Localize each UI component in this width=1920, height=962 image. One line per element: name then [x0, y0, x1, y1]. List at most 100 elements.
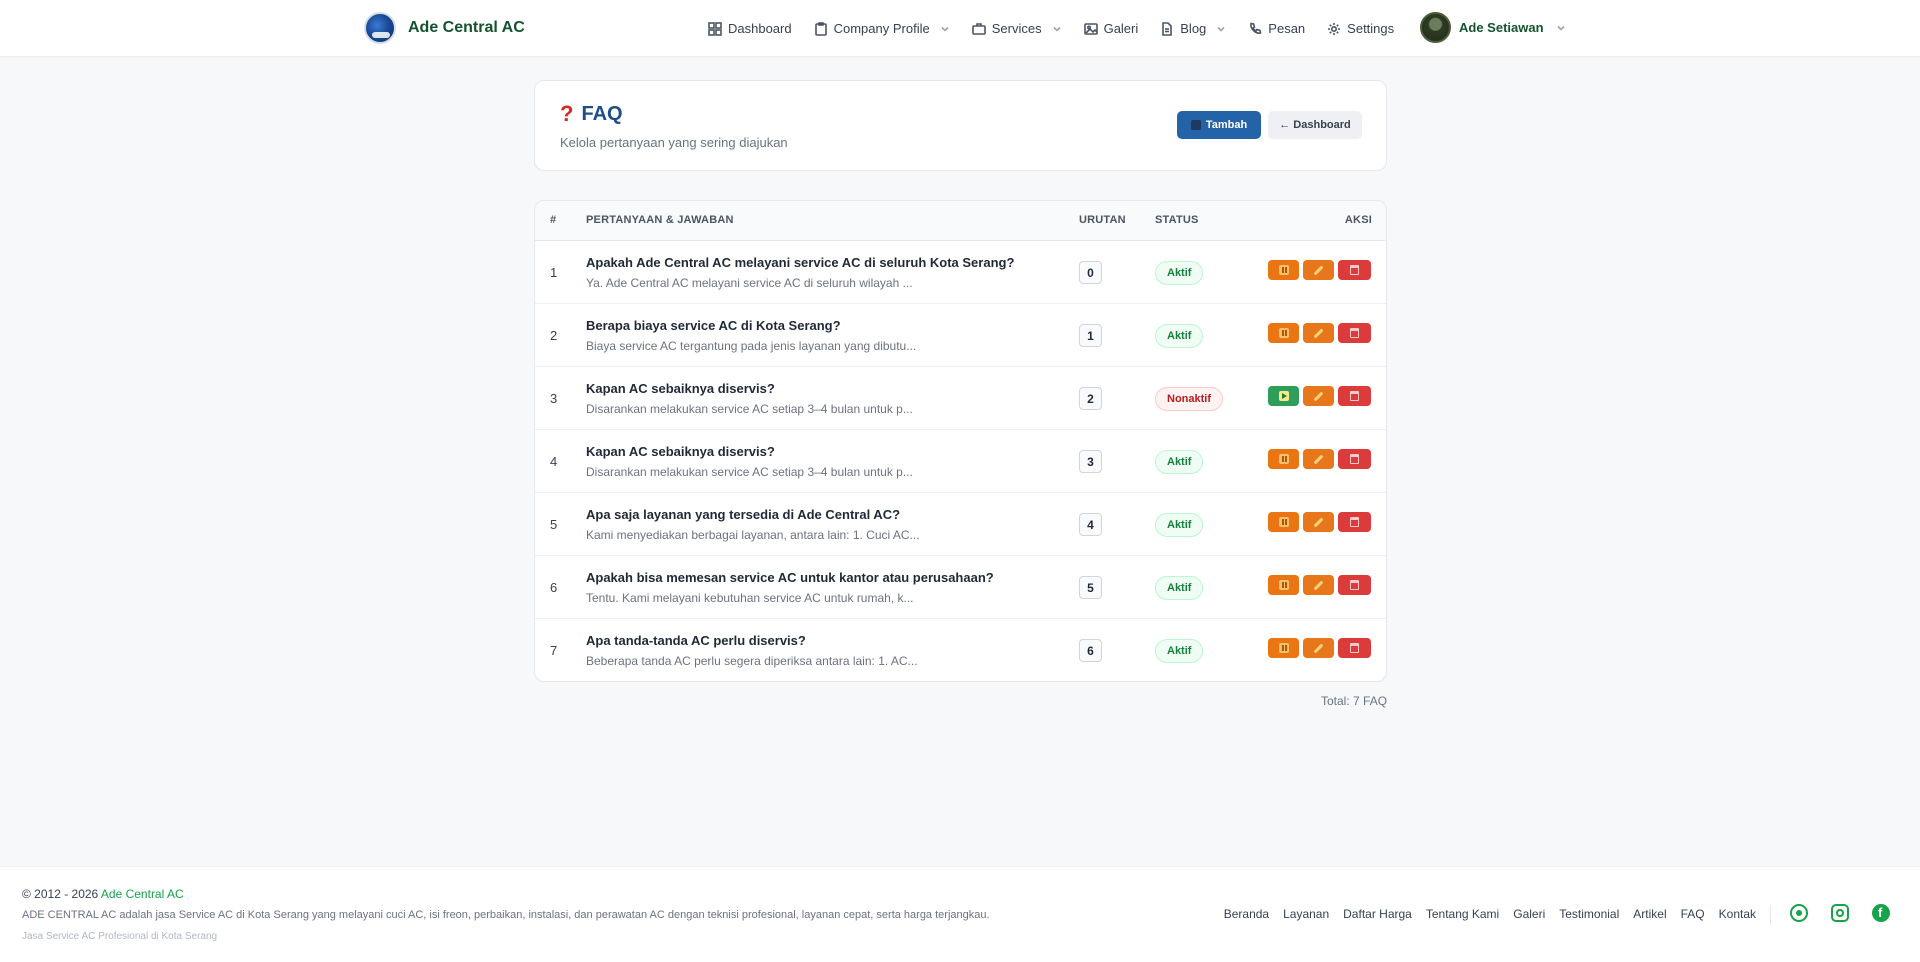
briefcase-icon: [971, 22, 986, 35]
nav-item-settings[interactable]: Settings: [1327, 21, 1394, 36]
nav-item-label: Galeri: [1103, 21, 1139, 36]
edit-button[interactable]: [1303, 386, 1334, 406]
file-icon: [1162, 21, 1173, 36]
copyright-prefix: © 2012 - 2026: [22, 887, 101, 901]
deactivate-button[interactable]: [1268, 449, 1299, 469]
nav-item-galeri[interactable]: Galeri: [1083, 21, 1139, 36]
activate-button[interactable]: [1268, 386, 1299, 406]
column-header-status: STATUS: [1155, 214, 1199, 226]
footer-link-tentang-kami[interactable]: Tentang Kami: [1426, 907, 1499, 921]
social-links: [1790, 904, 1890, 922]
order-badge: 3: [1079, 450, 1102, 473]
copyright-brand-link[interactable]: Ade Central AC: [101, 887, 184, 901]
faq-table: # PERTANYAAN & JAWABAN URUTAN STATUS AKS…: [534, 200, 1387, 682]
footer-link-kontak[interactable]: Kontak: [1719, 907, 1756, 921]
footer-link-faq[interactable]: FAQ: [1681, 907, 1705, 921]
edit-button[interactable]: [1303, 638, 1334, 658]
add-faq-label: Tambah: [1205, 119, 1248, 131]
pause-icon: [1278, 328, 1289, 338]
deactivate-button[interactable]: [1268, 260, 1299, 280]
grid-icon: [708, 21, 722, 36]
delete-button[interactable]: [1338, 575, 1371, 595]
delete-button[interactable]: [1338, 449, 1371, 469]
footer-tagline: Jasa Service AC Profesional di Kota Sera…: [22, 931, 218, 942]
row-number: 1: [550, 265, 558, 280]
status-badge: Aktif: [1155, 261, 1204, 285]
deactivate-button[interactable]: [1268, 575, 1299, 595]
faq-answer-preview: Ya. Ade Central AC melayani service AC d…: [586, 276, 913, 290]
edit-button[interactable]: [1303, 260, 1334, 280]
pause-icon: [1278, 580, 1289, 590]
footer-link-testimonial[interactable]: Testimonial: [1559, 907, 1619, 921]
row-actions: [1268, 386, 1371, 406]
table-row: 5 Apa saja layanan yang tersedia di Ade C…: [535, 493, 1386, 556]
faq-question: Apa tanda-tanda AC perlu diservis?: [586, 633, 806, 648]
edit-button[interactable]: [1303, 512, 1334, 532]
back-to-dashboard-button[interactable]: ← Dashboard: [1268, 111, 1362, 139]
faq-answer-preview: Biaya service AC tergantung pada jenis l…: [586, 339, 917, 353]
copyright: © 2012 - 2026 Ade Central AC: [22, 887, 184, 901]
footer-links: Beranda Layanan Daftar Harga Tentang Kam…: [1224, 907, 1756, 921]
page-title: ? FAQ: [560, 101, 623, 127]
edit-button[interactable]: [1303, 575, 1334, 595]
delete-button[interactable]: [1338, 638, 1371, 658]
column-header-actions: AKSI: [1344, 214, 1372, 226]
faq-question: Apakah bisa memesan service AC untuk kan…: [586, 570, 994, 585]
add-faq-button[interactable]: Tambah: [1177, 111, 1261, 139]
facebook-icon[interactable]: [1872, 904, 1890, 922]
faq-answer-preview: Beberapa tanda AC perlu segera diperiksa…: [586, 654, 918, 668]
column-header-order: URUTAN: [1079, 214, 1126, 226]
row-actions: [1268, 260, 1371, 280]
order-badge: 1: [1079, 324, 1102, 347]
row-actions: [1268, 512, 1371, 532]
footer-description: ADE CENTRAL AC adalah jasa Service AC di…: [22, 909, 990, 921]
brand[interactable]: Ade Central AC: [364, 12, 525, 44]
pencil-icon: [1313, 580, 1324, 590]
nav-item-label: Company Profile: [833, 21, 930, 36]
footer-link-daftar-harga[interactable]: Daftar Harga: [1343, 907, 1412, 921]
delete-button[interactable]: [1338, 386, 1371, 406]
trash-icon: [1350, 580, 1359, 590]
question-mark-icon: ?: [560, 101, 574, 126]
deactivate-button[interactable]: [1268, 512, 1299, 532]
chevron-down-icon: [941, 26, 949, 32]
trash-icon: [1350, 454, 1359, 464]
chevron-down-icon: [1053, 26, 1061, 32]
faq-answer-preview: Disarankan melakukan service AC setiap 3…: [586, 402, 913, 416]
edit-button[interactable]: [1303, 323, 1334, 343]
avatar: [1420, 12, 1451, 43]
nav-item-label: Dashboard: [728, 21, 792, 36]
row-number: 7: [550, 643, 558, 658]
footer-link-galeri[interactable]: Galeri: [1513, 907, 1545, 921]
nav-item-blog[interactable]: Blog: [1160, 21, 1226, 36]
deactivate-button[interactable]: [1268, 323, 1299, 343]
edit-button[interactable]: [1303, 449, 1334, 469]
row-number: 4: [550, 454, 558, 469]
whatsapp-icon[interactable]: [1790, 904, 1808, 922]
delete-button[interactable]: [1338, 512, 1371, 532]
nav-item-dashboard[interactable]: Dashboard: [708, 21, 792, 36]
row-actions: [1268, 449, 1371, 469]
user-menu[interactable]: Ade Setiawan: [1420, 12, 1566, 43]
column-header-num: #: [550, 214, 557, 226]
deactivate-button[interactable]: [1268, 638, 1299, 658]
pencil-icon: [1313, 454, 1324, 464]
status-badge: Nonaktif: [1155, 387, 1223, 411]
delete-button[interactable]: [1338, 323, 1371, 343]
nav-item-services[interactable]: Services: [971, 21, 1062, 36]
row-number: 3: [550, 391, 558, 406]
delete-button[interactable]: [1338, 260, 1371, 280]
row-actions: [1268, 638, 1371, 658]
instagram-icon[interactable]: [1831, 904, 1849, 922]
footer-link-beranda[interactable]: Beranda: [1224, 907, 1269, 921]
nav-item-pesan[interactable]: Pesan: [1248, 21, 1305, 36]
footer-link-layanan[interactable]: Layanan: [1283, 907, 1329, 921]
nav-item-company-profile[interactable]: Company Profile: [814, 21, 950, 36]
trash-icon: [1350, 328, 1359, 338]
pause-icon: [1278, 265, 1289, 275]
pencil-icon: [1313, 517, 1324, 527]
footer-link-artikel[interactable]: Artikel: [1633, 907, 1666, 921]
page-title-text: FAQ: [581, 102, 623, 125]
order-badge: 5: [1079, 576, 1102, 599]
pencil-icon: [1313, 391, 1324, 401]
